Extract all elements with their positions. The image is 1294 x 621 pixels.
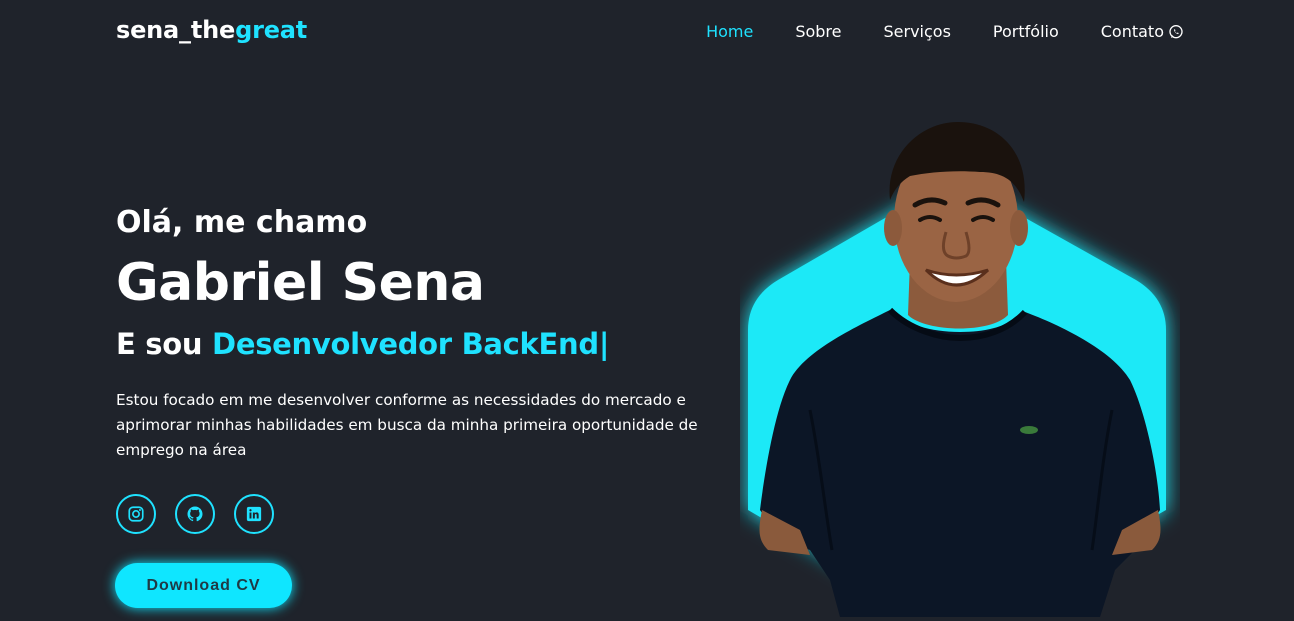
- hero-name: Gabriel Sena: [116, 253, 485, 313]
- nav-link-home[interactable]: Home: [706, 22, 753, 41]
- hero-greeting: Olá, me chamo: [116, 205, 368, 240]
- download-cv-button[interactable]: Download CV: [115, 563, 292, 608]
- github-link[interactable]: [175, 494, 215, 534]
- main-nav: Home Sobre Serviços Portfólio Contato: [706, 22, 1184, 41]
- instagram-icon: [128, 506, 144, 522]
- nav-link-servicos[interactable]: Serviços: [884, 22, 951, 41]
- profile-photo-graphic: [748, 122, 1166, 621]
- nav-link-portfolio[interactable]: Portfólio: [993, 22, 1059, 41]
- hero-role: E sou Desenvolvedor BackEnd|: [116, 320, 736, 368]
- nav-link-contato-label: Contato: [1100, 22, 1164, 41]
- profile-photo: [740, 110, 1180, 621]
- linkedin-icon: [246, 506, 262, 522]
- github-icon: [187, 506, 203, 522]
- nav-link-sobre[interactable]: Sobre: [795, 22, 841, 41]
- hero-role-prefix: E sou: [116, 327, 213, 361]
- linkedin-link[interactable]: [234, 494, 274, 534]
- logo-accent: great: [235, 16, 308, 44]
- logo-main: sena_the: [116, 16, 236, 44]
- social-links: [116, 494, 274, 534]
- hero-description: Estou focado em me desenvolver conforme …: [116, 391, 698, 459]
- hero-section: Olá, me chamo Gabriel Sena E sou Desenvo…: [116, 200, 736, 478]
- whatsapp-icon: [1169, 24, 1183, 38]
- hero-role-accent: Desenvolvedor BackEnd|: [212, 327, 610, 361]
- instagram-link[interactable]: [116, 494, 156, 534]
- site-header: sena_thegreat Home Sobre Serviços Portfó…: [0, 0, 1294, 66]
- site-logo[interactable]: sena_thegreat: [116, 16, 307, 44]
- nav-link-contato[interactable]: Contato: [1101, 22, 1184, 41]
